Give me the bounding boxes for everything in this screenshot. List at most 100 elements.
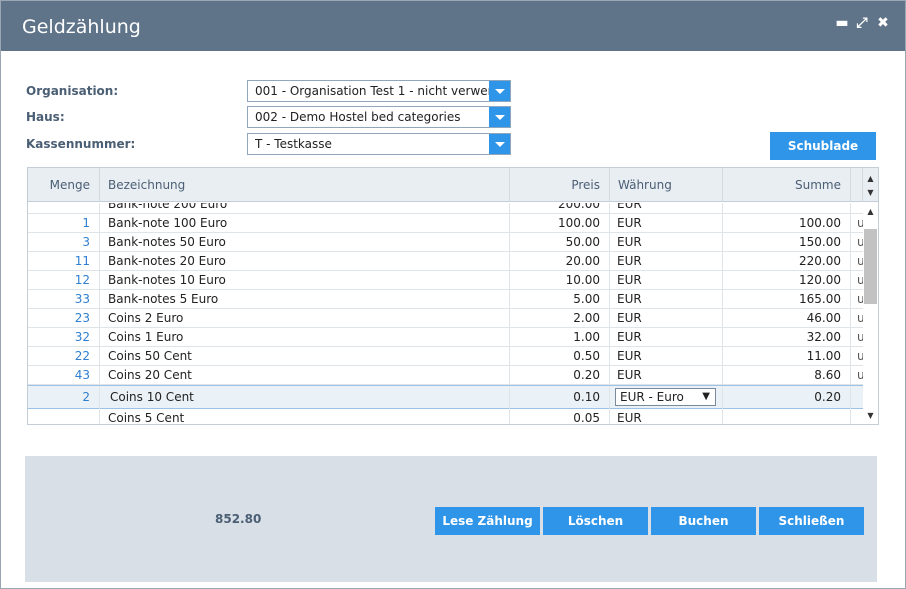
scroll-up-icon[interactable]: ▲: [863, 205, 878, 219]
close-button[interactable]: Schließen: [759, 507, 864, 535]
kassennummer-select[interactable]: T - Testkasse: [247, 133, 511, 155]
table-row-selected[interactable]: 2 Coins 10 Cent 0.10 EUR - Euro ▼ 0.20: [28, 385, 863, 409]
waehrung-cell[interactable]: EUR: [610, 328, 723, 347]
waehrung-select[interactable]: EUR - Euro ▼: [615, 388, 716, 406]
summe-cell: 46.00: [723, 309, 851, 328]
menge-cell[interactable]: 2: [28, 386, 100, 409]
preis-cell: 50.00: [510, 233, 610, 252]
column-header-preis[interactable]: Preis: [510, 168, 610, 202]
table-row[interactable]: 22 Coins 50 Cent 0.50 EUR 11.00 u: [28, 347, 863, 366]
table-row[interactable]: 32 Coins 1 Euro 1.00 EUR 32.00 u: [28, 328, 863, 347]
column-header-bezeichnung[interactable]: Bezeichnung: [100, 168, 510, 202]
bezeichnung-cell: Bank-notes 5 Euro: [100, 290, 510, 309]
header-scroll-up-icon[interactable]: ▲: [863, 172, 878, 186]
money-count-dialog: Geldzählung ▬ ⤢ ✖ Organisation: 001 - Or…: [0, 0, 906, 589]
close-icon[interactable]: ✖: [875, 13, 891, 33]
column-header-summe[interactable]: Summe: [723, 168, 851, 202]
bezeichnung-cell: Bank-notes 20 Euro: [100, 252, 510, 271]
menge-cell[interactable]: 12: [28, 271, 100, 290]
waehrung-cell[interactable]: EUR: [610, 309, 723, 328]
preis-cell: 0.10: [510, 386, 610, 409]
menge-cell[interactable]: 32: [28, 328, 100, 347]
table-row[interactable]: 23 Coins 2 Euro 2.00 EUR 46.00 u: [28, 309, 863, 328]
read-count-button[interactable]: Lese Zählung: [435, 507, 540, 535]
waehrung-cell[interactable]: EUR: [610, 347, 723, 366]
extra-cell: u: [851, 347, 863, 366]
preis-cell: 10.00: [510, 271, 610, 290]
footer-panel: 852.80 Lese Zählung Löschen Buchen Schli…: [25, 456, 877, 582]
waehrung-cell[interactable]: EUR: [610, 233, 723, 252]
header-scroll-down-icon[interactable]: ▼: [863, 186, 878, 200]
grid-header: Menge Bezeichnung Preis Währung Summe ▲ …: [28, 168, 878, 202]
schublade-button[interactable]: Schublade: [770, 132, 876, 160]
menge-cell[interactable]: 43: [28, 366, 100, 385]
chevron-down-icon[interactable]: [489, 81, 510, 101]
extra-cell: [851, 409, 863, 424]
bezeichnung-cell: Coins 10 Cent: [100, 386, 510, 409]
bezeichnung-cell: Coins 5 Cent: [100, 409, 510, 424]
bezeichnung-cell: Coins 1 Euro: [100, 328, 510, 347]
extra-cell: u: [851, 233, 863, 252]
waehrung-cell[interactable]: EUR: [610, 409, 723, 424]
extra-cell: u: [851, 309, 863, 328]
menge-cell[interactable]: [28, 203, 100, 214]
summe-cell: 220.00: [723, 252, 851, 271]
preis-cell: 100.00: [510, 214, 610, 233]
haus-select[interactable]: 002 - Demo Hostel bed categories: [247, 106, 511, 128]
maximize-icon[interactable]: ⤢: [854, 13, 870, 33]
grid-scrollbar[interactable]: ▲ ▼: [863, 203, 878, 424]
table-row[interactable]: 12 Bank-notes 10 Euro 10.00 EUR 120.00 u: [28, 271, 863, 290]
waehrung-cell[interactable]: EUR: [610, 271, 723, 290]
summe-cell: 100.00: [723, 214, 851, 233]
scroll-down-icon[interactable]: ▼: [863, 409, 878, 423]
table-row[interactable]: 33 Bank-notes 5 Euro 5.00 EUR 165.00 u: [28, 290, 863, 309]
column-header-waehrung[interactable]: Währung: [610, 168, 723, 202]
preis-cell: 20.00: [510, 252, 610, 271]
table-row[interactable]: 3 Bank-notes 50 Euro 50.00 EUR 150.00 u: [28, 233, 863, 252]
chevron-down-icon[interactable]: [489, 134, 510, 154]
waehrung-cell[interactable]: EUR: [610, 203, 723, 214]
menge-cell[interactable]: 11: [28, 252, 100, 271]
waehrung-cell[interactable]: EUR: [610, 290, 723, 309]
waehrung-cell[interactable]: EUR: [610, 214, 723, 233]
extra-cell: u: [851, 214, 863, 233]
summe-cell: 0.20: [723, 386, 851, 409]
waehrung-cell[interactable]: EUR: [610, 252, 723, 271]
extra-cell: u: [851, 366, 863, 385]
waehrung-cell[interactable]: EUR: [610, 366, 723, 385]
organisation-select[interactable]: 001 - Organisation Test 1 - nicht verwen…: [247, 80, 511, 102]
kassennummer-label: Kassennummer:: [26, 137, 136, 151]
column-header-menge[interactable]: Menge: [28, 168, 100, 202]
table-row[interactable]: 11 Bank-notes 20 Euro 20.00 EUR 220.00 u: [28, 252, 863, 271]
table-row[interactable]: Coins 5 Cent 0.05 EUR: [28, 409, 863, 424]
menge-cell[interactable]: 1: [28, 214, 100, 233]
summe-cell: 11.00: [723, 347, 851, 366]
extra-cell: [851, 203, 863, 214]
menge-cell[interactable]: 3: [28, 233, 100, 252]
summe-cell: 120.00: [723, 271, 851, 290]
table-row[interactable]: Bank-note 200 Euro 200.00 EUR: [28, 203, 863, 214]
delete-button[interactable]: Löschen: [543, 507, 648, 535]
table-row[interactable]: 43 Coins 20 Cent 0.20 EUR 8.60 u: [28, 366, 863, 385]
book-button[interactable]: Buchen: [651, 507, 756, 535]
bezeichnung-cell: Bank-note 100 Euro: [100, 214, 510, 233]
preis-cell: 1.00: [510, 328, 610, 347]
grid-rows: Bank-note 200 Euro 200.00 EUR 1 Bank-not…: [28, 203, 863, 424]
table-row[interactable]: 1 Bank-note 100 Euro 100.00 EUR 100.00 u: [28, 214, 863, 233]
bezeichnung-cell: Bank-note 200 Euro: [100, 203, 510, 214]
haus-value: 002 - Demo Hostel bed categories: [255, 110, 461, 124]
preis-cell: 2.00: [510, 309, 610, 328]
dialog-title: Geldzählung: [22, 16, 141, 38]
minimize-icon[interactable]: ▬: [834, 13, 850, 33]
caret-down-icon[interactable]: ▼: [702, 389, 710, 405]
menge-cell[interactable]: 22: [28, 347, 100, 366]
column-header-extra: [851, 168, 863, 202]
summe-cell: 32.00: [723, 328, 851, 347]
scrollbar-thumb[interactable]: [864, 229, 877, 304]
chevron-down-icon[interactable]: [489, 107, 510, 127]
bezeichnung-cell: Coins 2 Euro: [100, 309, 510, 328]
bezeichnung-cell: Coins 20 Cent: [100, 366, 510, 385]
menge-cell[interactable]: [28, 409, 100, 424]
menge-cell[interactable]: 23: [28, 309, 100, 328]
menge-cell[interactable]: 33: [28, 290, 100, 309]
